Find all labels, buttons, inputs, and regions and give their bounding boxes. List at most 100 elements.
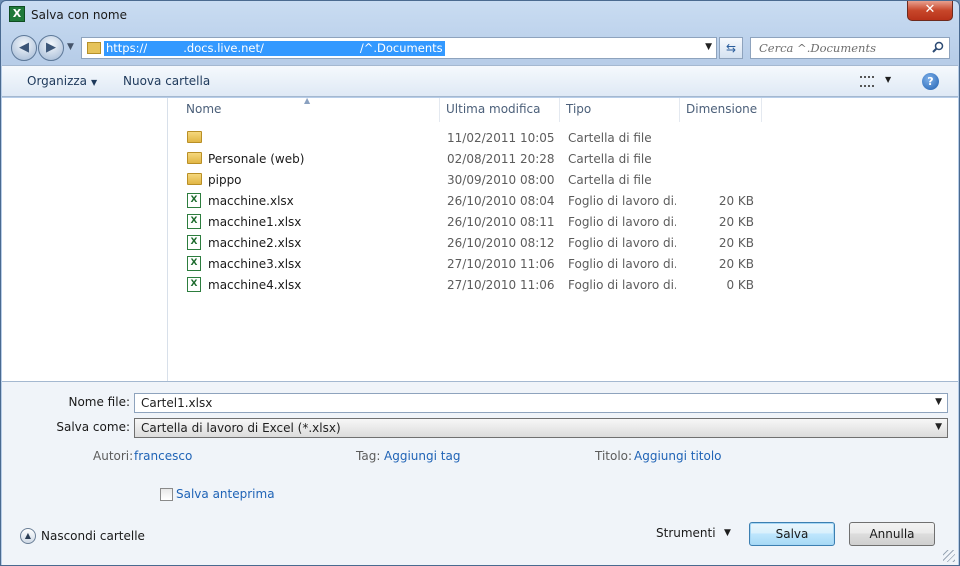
tags-label: Tag: bbox=[356, 449, 381, 463]
file-type: Cartella di file bbox=[568, 152, 652, 166]
save-thumbnail-checkbox[interactable] bbox=[160, 488, 173, 501]
address-path[interactable]: https:// .docs.live.net/ /^.Documents bbox=[104, 41, 445, 56]
new-folder-button[interactable]: Nuova cartella bbox=[123, 74, 210, 88]
table-row[interactable]: X macchine3.xlsx 27/10/2010 11:06 Foglio… bbox=[182, 254, 762, 275]
cancel-button[interactable]: Annulla bbox=[849, 522, 935, 546]
file-name: macchine4.xlsx bbox=[208, 278, 302, 292]
file-size: 0 KB bbox=[726, 278, 754, 292]
redacted-segment bbox=[263, 41, 360, 54]
savetype-value: Cartella di lavoro di Excel (*.xlsx) bbox=[141, 421, 341, 435]
save-button[interactable]: Salva bbox=[749, 522, 835, 546]
file-size: 20 KB bbox=[718, 194, 754, 208]
excel-file-icon: X bbox=[187, 235, 201, 250]
address-folder: /^.Documents bbox=[359, 41, 443, 55]
window-title: Salva con nome bbox=[31, 8, 127, 22]
organize-menu-button[interactable]: Organizza ▼ bbox=[27, 74, 97, 88]
file-modified: 26/10/2010 08:04 bbox=[447, 194, 555, 208]
column-header-modified[interactable]: Ultima modifica bbox=[440, 98, 560, 122]
file-modified: 26/10/2010 08:12 bbox=[447, 236, 555, 250]
navigation-pane[interactable] bbox=[2, 98, 168, 381]
help-icon[interactable]: ? bbox=[922, 73, 939, 90]
table-row[interactable]: X macchine.xlsx 26/10/2010 08:04 Foglio … bbox=[182, 191, 762, 212]
file-modified: 02/08/2011 20:28 bbox=[447, 152, 555, 166]
column-header-name[interactable]: Nome ▲ bbox=[180, 96, 440, 122]
search-icon[interactable] bbox=[932, 41, 944, 53]
title-label: Titolo: bbox=[595, 449, 633, 463]
table-row[interactable]: X macchine2.xlsx 26/10/2010 08:12 Foglio… bbox=[182, 233, 762, 254]
excel-file-icon: X bbox=[187, 214, 201, 229]
organize-label: Organizza bbox=[27, 74, 88, 88]
save-options-panel: Nome file: Cartel1.xlsx ▼ Salva come: Ca… bbox=[2, 381, 958, 511]
savetype-chevron-icon: ▼ bbox=[935, 422, 942, 432]
file-modified: 27/10/2010 11:06 bbox=[447, 257, 555, 271]
folder-icon bbox=[187, 152, 202, 164]
navigation-bar: ◀ ▶ ▼ https:// .docs.live.net/ /^.Document… bbox=[1, 33, 959, 63]
file-modified: 27/10/2010 11:06 bbox=[447, 278, 555, 292]
folder-icon bbox=[187, 173, 202, 185]
address-scheme: https:// bbox=[106, 41, 148, 55]
add-tag-link[interactable]: Aggiungi tag bbox=[384, 449, 460, 463]
back-arrow-icon[interactable]: ◀ bbox=[11, 35, 37, 61]
save-thumbnail-label[interactable]: Salva anteprima bbox=[176, 487, 275, 501]
table-row[interactable]: X macchine1.xlsx 26/10/2010 08:11 Foglio… bbox=[182, 212, 762, 233]
savetype-label: Salva come: bbox=[56, 420, 130, 434]
hide-folders-button[interactable]: Nascondi cartelle bbox=[41, 529, 145, 543]
refresh-icon[interactable]: ⇆ bbox=[719, 37, 743, 59]
sort-ascending-icon: ▲ bbox=[304, 96, 311, 105]
table-row[interactable]: 11/02/2011 10:05 Cartella di file bbox=[182, 128, 762, 149]
address-dropdown-chevron-icon[interactable]: ▼ bbox=[705, 42, 712, 52]
folder-icon bbox=[187, 131, 202, 143]
savetype-select[interactable]: Cartella di lavoro di Excel (*.xlsx) ▼ bbox=[134, 418, 948, 438]
tools-button[interactable]: Strumenti bbox=[656, 526, 716, 540]
resize-grip-icon[interactable] bbox=[943, 550, 955, 562]
table-row[interactable]: Personale (web) 02/08/2011 20:28 Cartell… bbox=[182, 149, 762, 170]
file-modified: 26/10/2010 08:11 bbox=[447, 215, 555, 229]
file-size: 20 KB bbox=[718, 257, 754, 271]
table-row[interactable]: X macchine4.xlsx 27/10/2010 11:06 Foglio… bbox=[182, 275, 762, 296]
file-name: Personale (web) bbox=[208, 152, 305, 166]
excel-file-icon: X bbox=[187, 256, 201, 271]
file-type: Cartella di file bbox=[568, 131, 652, 145]
table-row[interactable]: pippo 30/09/2010 08:00 Cartella di file bbox=[182, 170, 762, 191]
filename-label: Nome file: bbox=[68, 395, 130, 409]
file-type: Foglio di lavoro di... bbox=[568, 215, 676, 229]
file-name: macchine2.xlsx bbox=[208, 236, 302, 250]
file-type: Foglio di lavoro di... bbox=[568, 194, 676, 208]
tools-caret-icon[interactable]: ▼ bbox=[724, 528, 731, 538]
view-options-caret-icon[interactable]: ▼ bbox=[885, 75, 891, 84]
dialog-footer: ▲ Nascondi cartelle Strumenti ▼ Salva An… bbox=[2, 511, 958, 565]
folder-icon bbox=[87, 42, 101, 54]
file-type: Foglio di lavoro di... bbox=[568, 236, 676, 250]
address-host: .docs.live.net/ bbox=[183, 41, 264, 55]
filename-value: Cartel1.xlsx bbox=[141, 396, 213, 410]
search-box[interactable]: Cerca ^.Documents bbox=[750, 37, 950, 59]
forward-arrow-icon[interactable]: ▶ bbox=[38, 35, 64, 61]
address-bar[interactable]: https:// .docs.live.net/ /^.Documents ▼ bbox=[81, 37, 717, 59]
file-name: macchine1.xlsx bbox=[208, 215, 302, 229]
close-button[interactable]: ✕ bbox=[907, 1, 953, 21]
file-modified: 11/02/2011 10:05 bbox=[447, 131, 555, 145]
filename-field[interactable]: Cartel1.xlsx ▼ bbox=[134, 393, 948, 413]
column-header-size[interactable]: Dimensione bbox=[680, 98, 762, 122]
collapse-up-icon[interactable]: ▲ bbox=[20, 528, 36, 544]
add-title-link[interactable]: Aggiungi titolo bbox=[634, 449, 722, 463]
file-name: pippo bbox=[208, 173, 242, 187]
filename-history-chevron-icon[interactable]: ▼ bbox=[935, 397, 942, 407]
caret-down-icon: ▼ bbox=[91, 78, 98, 87]
authors-value[interactable]: francesco bbox=[134, 449, 192, 463]
recent-locations-chevron-icon[interactable]: ▼ bbox=[67, 42, 74, 52]
command-bar: Organizza ▼ Nuova cartella ▼ ? bbox=[2, 65, 958, 97]
file-type: Foglio di lavoro di... bbox=[568, 278, 676, 292]
column-header-type[interactable]: Tipo bbox=[560, 98, 680, 122]
excel-file-icon: X bbox=[187, 277, 201, 292]
change-view-icon[interactable] bbox=[860, 76, 874, 87]
file-size: 20 KB bbox=[718, 236, 754, 250]
save-as-dialog: X Salva con nome ✕ ◀ ▶ ▼ https:// .docs.l… bbox=[0, 0, 960, 566]
authors-label: Autori: bbox=[93, 449, 134, 463]
file-browser: Nome ▲ Ultima modifica Tipo Dimensione 11… bbox=[2, 96, 958, 381]
excel-app-icon: X bbox=[9, 6, 25, 22]
title-bar[interactable]: X Salva con nome ✕ bbox=[1, 1, 959, 31]
search-input[interactable]: Cerca ^.Documents bbox=[759, 41, 876, 55]
excel-file-icon: X bbox=[187, 193, 201, 208]
file-name: macchine3.xlsx bbox=[208, 257, 302, 271]
